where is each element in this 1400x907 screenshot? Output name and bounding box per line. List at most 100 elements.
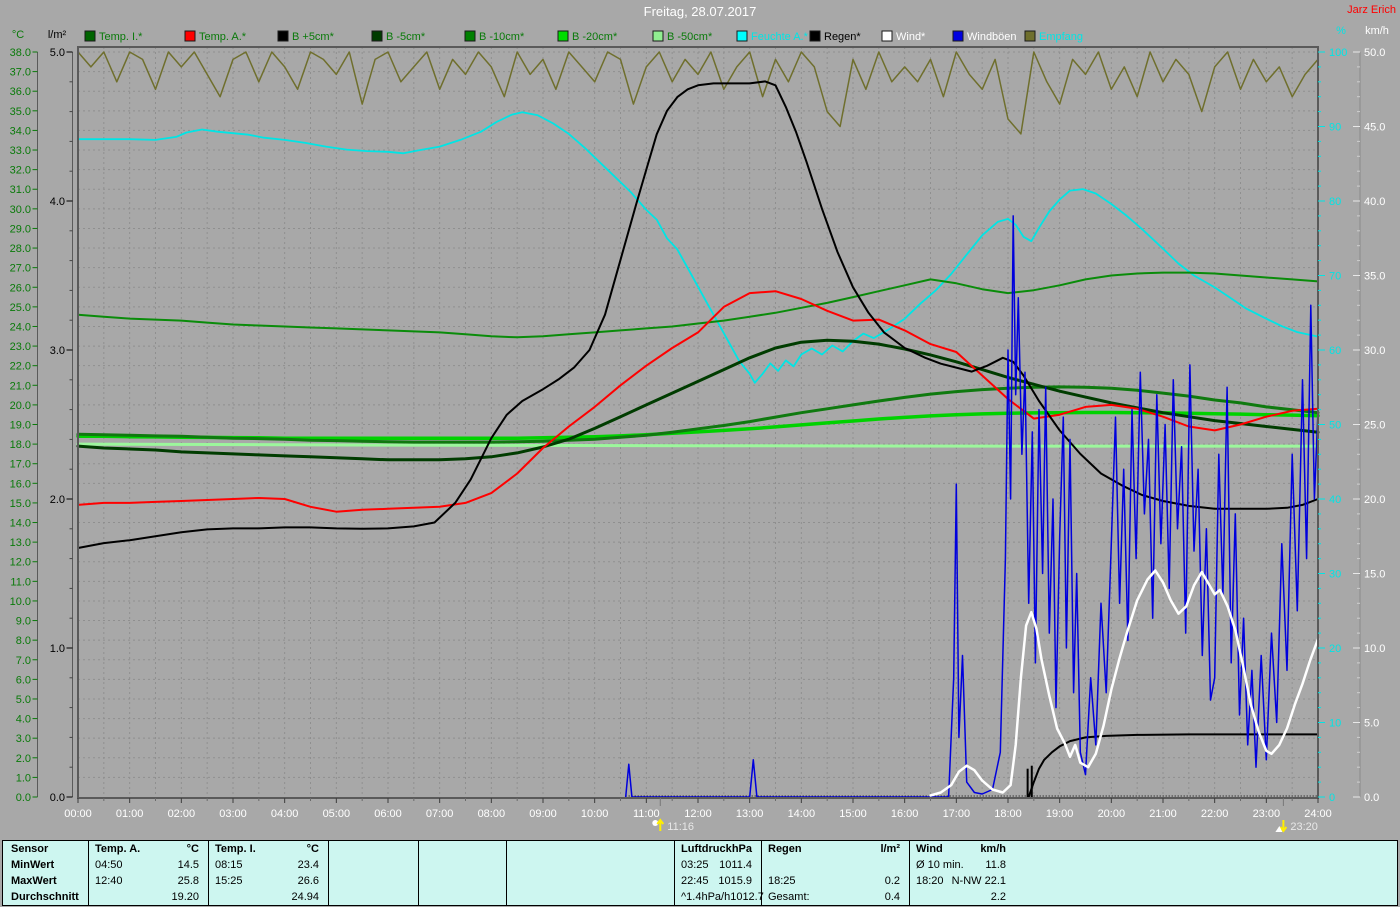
time-tick-label: 03:00	[219, 808, 247, 820]
table-row-label: MaxWert	[11, 875, 57, 887]
table-cell-value: N-NW 22.1	[951, 875, 1006, 887]
table-cell-regen-row3: Gesamt: 0.4	[768, 891, 900, 906]
legend-item-gusts[interactable]: Windböen	[952, 30, 1017, 43]
temp-tick-label: 23.0	[10, 341, 31, 353]
time-tick-label: 16:00	[891, 808, 919, 820]
table-column-separator	[909, 841, 910, 905]
table-cell-value: 2.2	[990, 891, 1006, 903]
table-cell-text: Temp. I.	[215, 843, 256, 855]
time-tick-label: 21:00	[1149, 808, 1177, 820]
table-cell-text: ^1.4hPa/h	[681, 891, 731, 903]
table-cell-value: l/m²	[880, 843, 900, 855]
rain-tick-label: 5.0	[50, 47, 65, 59]
legend-item-b_m5[interactable]: B -5cm*	[371, 30, 426, 43]
temp-tick-label: 4.0	[16, 714, 31, 726]
table-column-separator	[506, 841, 507, 905]
time-tick-label: 20:00	[1098, 808, 1126, 820]
table-cell-temp_i-row0: Temp. I. °C	[215, 843, 319, 858]
table-cell-value: 25.8	[177, 875, 199, 887]
author-label: Jarz Erich	[1347, 4, 1396, 16]
table-cell-temp_i-row3: 24.94	[215, 891, 319, 906]
temp-tick-label: 3.0	[16, 733, 31, 745]
legend-swatch-temp_a	[184, 30, 196, 42]
wind-tick-label: 5.0	[1364, 718, 1379, 730]
time-tick-label: 06:00	[374, 808, 402, 820]
table-cell-value: 23.4	[297, 859, 319, 871]
table-cell-temp_a-row1: 04:50 14.5	[95, 859, 199, 874]
table-cell-text: 04:50	[95, 859, 123, 871]
temp-tick-label: 37.0	[10, 67, 31, 79]
humidity-tick-label: 50	[1329, 420, 1341, 432]
rain-tick-label: 2.0	[50, 494, 65, 506]
humidity-tick-label: 70	[1329, 271, 1341, 283]
temp-tick-label: 1.0	[16, 772, 31, 784]
temp-tick-label: 10.0	[10, 596, 31, 608]
temp-tick-label: 24.0	[10, 321, 31, 333]
legend-item-wind[interactable]: Wind*	[881, 30, 926, 43]
temp-tick-label: 35.0	[10, 106, 31, 118]
legend-swatch-b_m5	[371, 30, 383, 42]
table-cell-value: °C	[306, 843, 319, 855]
table-cell-regen-row1	[768, 859, 900, 874]
legend-item-b_m50[interactable]: B -50cm*	[652, 30, 713, 43]
temp-tick-label: 8.0	[16, 635, 31, 647]
table-row-label: Sensor	[11, 843, 49, 855]
legend-item-b_p5[interactable]: B +5cm*	[277, 30, 335, 43]
marker-time-label: 23:20	[1290, 821, 1318, 833]
marker-time-label: 11:16	[667, 821, 694, 833]
table-cell-text: 18:20	[916, 875, 944, 887]
temp-tick-label: 26.0	[10, 282, 31, 294]
legend-swatch-b_m20	[557, 30, 569, 42]
table-cell-regen-row2: 18:25 0.2	[768, 875, 900, 890]
wind-tick-label: 40.0	[1364, 196, 1385, 208]
table-cell-value: 24.94	[291, 891, 319, 903]
table-cell-luftdruck-row1: 03:25 1011.4	[681, 859, 752, 874]
time-tick-label: 24:00	[1304, 808, 1332, 820]
temp-tick-label: 29.0	[10, 223, 31, 235]
legend-item-empfang[interactable]: Empfang	[1024, 30, 1083, 43]
legend-item-b_m20[interactable]: B -20cm*	[557, 30, 618, 43]
table-cell-value: 14.5	[177, 859, 199, 871]
legend-item-regen[interactable]: Regen*	[809, 30, 861, 43]
time-tick-label: 07:00	[426, 808, 454, 820]
wind-tick-label: 45.0	[1364, 122, 1385, 134]
temp-tick-label: 25.0	[10, 302, 31, 314]
temp-tick-label: 36.0	[10, 86, 31, 98]
humidity-tick-label: 40	[1329, 494, 1341, 506]
weather-station-app: 0.0 1.0 2.0 3.0 4.0 5.0 6.0 7.0 8.0 9.0 10.0 11.0 12…	[0, 0, 1400, 907]
table-cell-text: Regen	[768, 843, 802, 855]
time-tick-label: 01:00	[116, 808, 144, 820]
temp-tick-label: 15.0	[10, 498, 31, 510]
table-cell-wind-row0: Wind km/h	[916, 843, 1006, 858]
humidity-tick-label: 80	[1329, 196, 1341, 208]
humidity-axis-caption: %	[1336, 25, 1346, 37]
time-tick-label: 09:00	[529, 808, 557, 820]
table-cell-value: °C	[186, 843, 199, 855]
table-cell-text: 08:15	[215, 859, 243, 871]
time-tick-label: 11:00	[633, 808, 660, 820]
temp-tick-label: 33.0	[10, 145, 31, 157]
wind-tick-label: 35.0	[1364, 271, 1385, 283]
temp-tick-label: 16.0	[10, 478, 31, 490]
table-column-separator	[674, 841, 675, 905]
table-cell-value: hPa	[731, 843, 752, 855]
temp-tick-label: 7.0	[16, 655, 31, 667]
legend-item-b_m10[interactable]: B -10cm*	[464, 30, 525, 43]
temp-axis-caption: °C	[12, 29, 24, 41]
legend-item-temp_i[interactable]: Temp. I.*	[84, 30, 143, 43]
legend-label-regen: Regen*	[824, 31, 861, 43]
legend-item-feuchte[interactable]: Feuchte A.*	[736, 30, 809, 43]
table-cell-text: Temp. A.	[95, 843, 141, 855]
table-cell-wind-row2: 18:20 N-NW 22.1	[916, 875, 1006, 890]
table-cell-value: km/h	[980, 843, 1006, 855]
legend-item-temp_a[interactable]: Temp. A.*	[184, 30, 247, 43]
legend-swatch-b_m10	[464, 30, 476, 42]
humidity-tick-label: 20	[1329, 643, 1341, 655]
legend-swatch-wind	[881, 30, 893, 42]
marker-arrow-down-icon	[1279, 820, 1288, 833]
temp-tick-label: 34.0	[10, 125, 31, 137]
legend-label-b_p5: B +5cm*	[292, 31, 335, 43]
time-tick-label: 17:00	[943, 808, 971, 820]
table-cell-value: 1015.9	[718, 875, 752, 887]
table-row-label: MinWert	[11, 859, 55, 871]
